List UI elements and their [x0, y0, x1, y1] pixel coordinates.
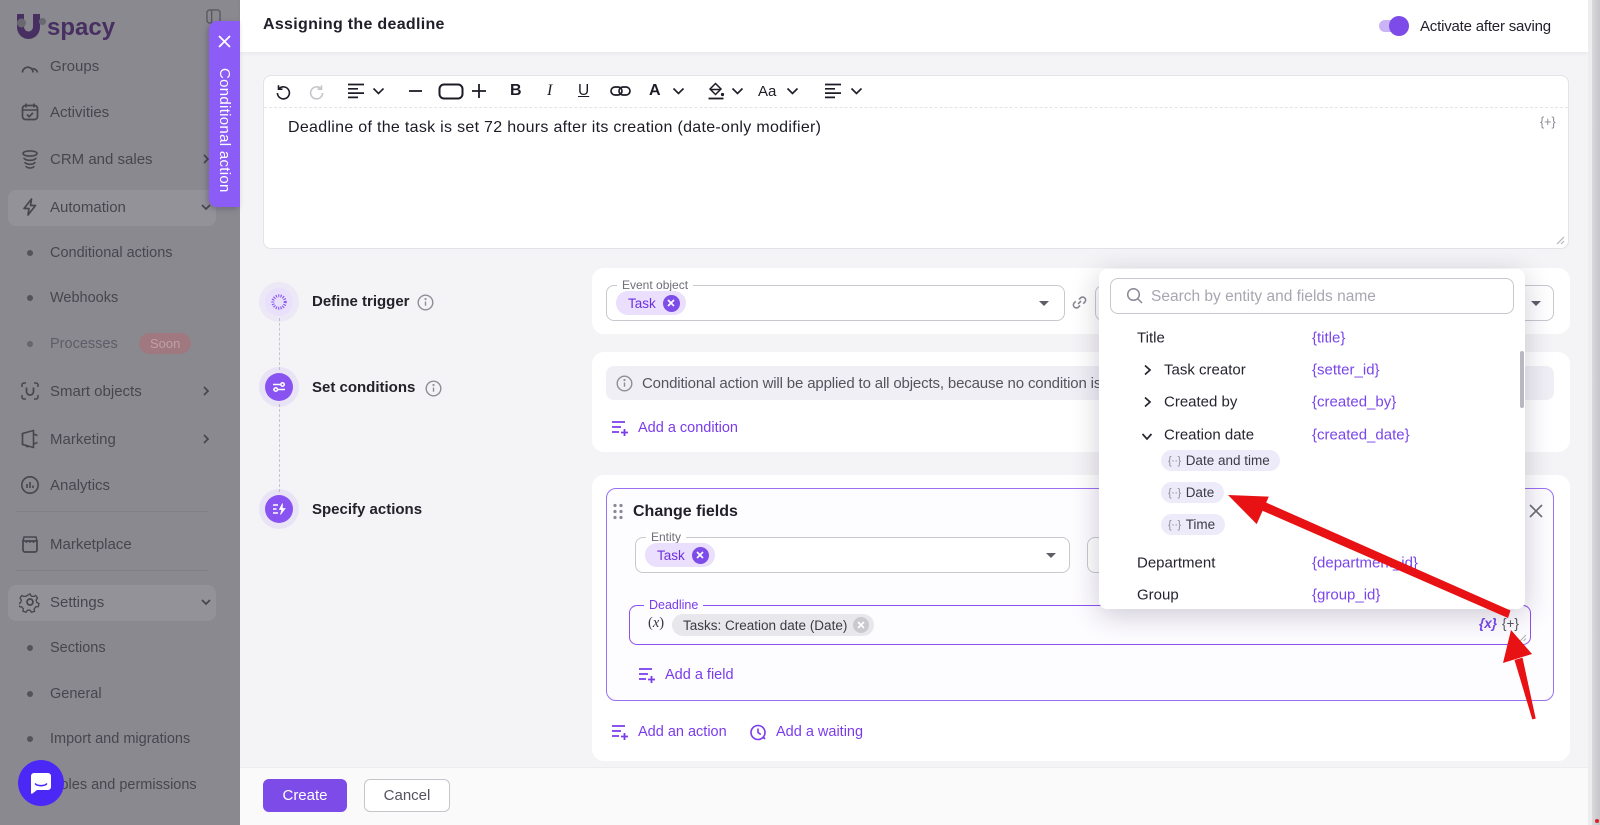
svg-text:spacy: spacy [47, 14, 116, 41]
